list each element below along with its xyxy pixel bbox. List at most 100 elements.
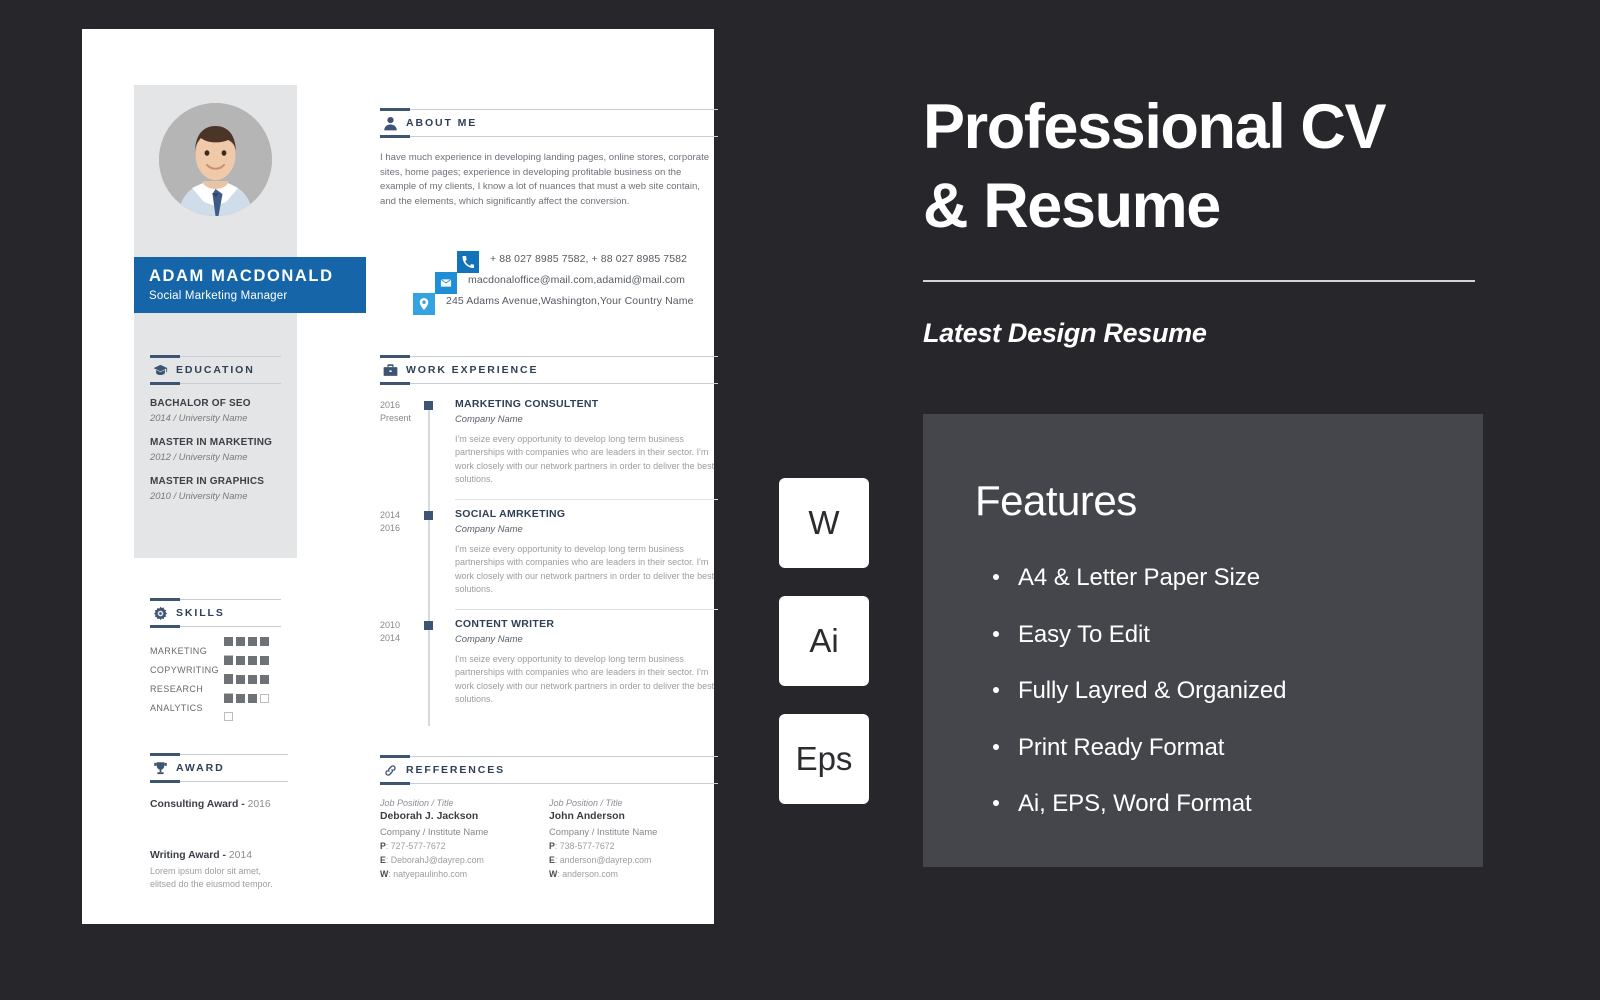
job-year-to: 2016 xyxy=(380,522,401,533)
education-item-sub: 2012 / University Name xyxy=(150,451,248,462)
skill-label: MARKETING xyxy=(150,645,208,656)
reference-company: Company / Institute Name xyxy=(549,826,658,837)
references-heading: REFFERENCES xyxy=(380,755,718,785)
job-title: CONTENT WRITER xyxy=(455,618,555,630)
award-item-year: 2016 xyxy=(247,799,271,810)
job-company: Company Name xyxy=(455,523,523,534)
rule-top xyxy=(380,356,718,357)
about-me-heading: ABOUT ME xyxy=(380,108,718,138)
skills-rows: MARKETING COPYWRITING RESEARCH ANALYTICS xyxy=(150,636,281,721)
features-panel: Features A4 & Letter Paper Size Easy To … xyxy=(923,414,1483,867)
mail-icon xyxy=(435,272,457,294)
job-year-from: 2014 xyxy=(380,510,401,520)
phone-icon xyxy=(457,251,479,273)
reference-position: Job Position / Title xyxy=(549,798,623,808)
references-title: REFFERENCES xyxy=(406,764,506,776)
education-item-sub: 2010 / University Name xyxy=(150,490,248,501)
tick-top xyxy=(150,753,180,756)
about-me-text: I have much experience in developing lan… xyxy=(380,152,710,207)
education-title: EDUCATION xyxy=(176,364,255,376)
reference-web: W: anderson.com xyxy=(549,869,618,879)
tick-bottom xyxy=(380,135,410,138)
job-year-to: 2014 xyxy=(380,632,401,643)
work-timeline: 2016 Present MARKETING CONSULTENT Compan… xyxy=(380,398,718,728)
job-description: I'm seize every opportunity to develop l… xyxy=(455,544,715,595)
job-year-from: 2016 xyxy=(380,400,401,410)
job-title: MARKETING CONSULTENT xyxy=(455,398,599,410)
section-about-me: ABOUT ME I have much experience in devel… xyxy=(380,108,718,209)
user-icon xyxy=(382,115,399,132)
graduation-cap-icon xyxy=(152,362,169,379)
contact-block: + 88 027 8985 7582, + 88 027 8985 7582 m… xyxy=(372,251,712,315)
job-description: I'm seize every opportunity to develop l… xyxy=(455,434,715,485)
promo-title-line-1: Professional CV xyxy=(923,92,1387,162)
education-item-sub: 2014 / University Name xyxy=(150,412,248,423)
references-columns: Job Position / Title Deborah J. Jackson … xyxy=(380,798,718,879)
section-skills: SKILLS MARKETING COPYWRITING RESEARCH AN… xyxy=(150,598,281,721)
rule-bottom xyxy=(380,383,718,384)
avatar xyxy=(159,103,272,216)
promo-subtitle: Latest Design Resume xyxy=(923,318,1207,348)
reference-position: Job Position / Title xyxy=(380,798,454,808)
word-format-tile[interactable]: W xyxy=(779,478,869,568)
section-education: EDUCATION BACHALOR OF SEO 2014 / Univers… xyxy=(150,355,281,501)
skills-title: SKILLS xyxy=(176,607,225,619)
award-item: Consulting Award - 2016 xyxy=(150,799,288,810)
reference-phone: P: 738-577-7672 xyxy=(549,841,615,851)
tick-top xyxy=(380,108,410,111)
tick-bottom xyxy=(150,625,180,628)
skills-heading: SKILLS xyxy=(150,598,281,628)
reference-phone: P: 727-577-7672 xyxy=(380,841,446,851)
section-award: AWARD Consulting Award - 2016 Writing Aw… xyxy=(150,753,288,891)
job-company: Company Name xyxy=(455,633,523,644)
tick-top xyxy=(150,598,180,601)
education-item: MASTER IN MARKETING 2012 / University Na… xyxy=(150,437,281,462)
tick-bottom xyxy=(380,782,410,785)
contact-row-email: macdonaloffice@mail.com,adamid@mail.com xyxy=(372,272,712,294)
work-experience-item: 2016 Present MARKETING CONSULTENT Compan… xyxy=(380,398,718,508)
job-company: Company Name xyxy=(455,413,523,424)
award-item: Writing Award - 2014 Lorem ipsum dolor s… xyxy=(150,850,288,891)
award-item-year: 2014 xyxy=(228,850,253,861)
work-experience-item: 2010 2014 CONTENT WRITER Company Name I'… xyxy=(380,618,718,728)
eps-format-tile[interactable]: Eps xyxy=(779,714,869,804)
link-icon xyxy=(382,762,399,779)
features-title: Features xyxy=(975,477,1137,524)
feature-item: A4 & Letter Paper Size xyxy=(993,564,1463,592)
contact-row-phone: + 88 027 8985 7582, + 88 027 8985 7582 xyxy=(372,251,712,273)
award-heading: AWARD xyxy=(150,753,288,783)
work-experience-heading: WORK EXPERIENCE xyxy=(380,355,718,385)
promo-title-block: Professional CV & Resume xyxy=(923,88,1475,246)
bullet-icon xyxy=(993,800,999,806)
skill-row: ANALYTICS xyxy=(150,693,281,721)
reference-email: E: DeborahJ@dayrep.com xyxy=(380,855,484,865)
reference-company: Company / Institute Name xyxy=(380,826,489,837)
education-heading: EDUCATION xyxy=(150,355,281,385)
promo-title-line-2: & Resume xyxy=(923,171,1221,241)
job-separator xyxy=(455,498,718,500)
timeline-dot xyxy=(424,511,433,520)
rule-bottom xyxy=(380,783,718,784)
tick-bottom xyxy=(150,382,180,385)
reference-web: W: natyepaulinho.com xyxy=(380,869,468,879)
education-item: MASTER IN GRAPHICS 2010 / University Nam… xyxy=(150,476,281,501)
work-experience-item: 2014 2016 SOCIAL AMRKETING Company Name … xyxy=(380,508,718,618)
reference-person: Job Position / Title Deborah J. Jackson … xyxy=(380,798,549,879)
reference-name: John Anderson xyxy=(549,811,625,822)
bullet-icon xyxy=(993,743,999,750)
education-item-title: BACHALOR OF SEO xyxy=(150,398,251,409)
job-title: SOCIAL AMRKETING xyxy=(455,508,566,520)
tick-top xyxy=(150,355,180,358)
feature-item: Print Ready Format xyxy=(993,734,1463,762)
award-item-title: Writing Award - xyxy=(150,850,229,861)
feature-item: Easy To Edit xyxy=(993,621,1463,649)
reference-email: E: anderson@dayrep.com xyxy=(549,855,652,865)
reference-person: Job Position / Title John Anderson Compa… xyxy=(549,798,718,879)
gear-icon xyxy=(152,605,169,622)
illustrator-format-tile[interactable]: Ai xyxy=(779,596,869,686)
poster-canvas: ADAM MACDONALD Social Marketing Manager … xyxy=(0,0,1600,1000)
education-item-title: MASTER IN GRAPHICS xyxy=(150,476,265,487)
bullet-icon xyxy=(993,574,999,580)
award-item-desc: Lorem ipsum dolor sit amet, elitsed do t… xyxy=(150,866,273,889)
tick-top xyxy=(380,355,410,358)
